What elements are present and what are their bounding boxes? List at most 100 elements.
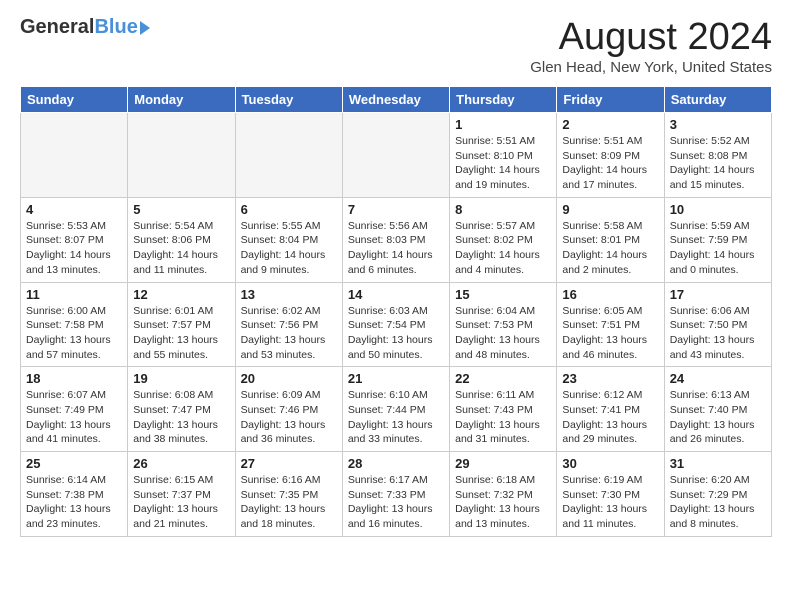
header: General Blue August 2024 Glen Head, New … [20,16,772,76]
week-row-2: 4 Sunrise: 5:53 AM Sunset: 8:07 PM Daylig… [21,197,772,282]
day-number: 12 [133,287,229,302]
day-info: Sunrise: 6:03 AM Sunset: 7:54 PM Dayligh… [348,304,444,363]
calendar: SundayMondayTuesdayWednesdayThursdayFrid… [20,86,772,537]
day-info: Sunrise: 6:20 AM Sunset: 7:29 PM Dayligh… [670,473,766,532]
weekday-header-row: SundayMondayTuesdayWednesdayThursdayFrid… [21,87,772,113]
day-info: Sunrise: 5:53 AM Sunset: 8:07 PM Dayligh… [26,219,122,278]
calendar-cell: 22Sunrise: 6:11 AM Sunset: 7:43 PM Dayli… [450,367,557,452]
day-info: Sunrise: 5:57 AM Sunset: 8:02 PM Dayligh… [455,219,551,278]
day-number: 23 [562,371,658,386]
day-info: Sunrise: 6:10 AM Sunset: 7:44 PM Dayligh… [348,388,444,447]
day-info: Sunrise: 5:56 AM Sunset: 8:03 PM Dayligh… [348,219,444,278]
calendar-cell: 28 Sunrise: 6:17 AM Sunset: 7:33 PM Dayli… [342,452,449,537]
day-number: 21 [348,371,444,386]
weekday-header-monday: Monday [128,87,235,113]
location: Glen Head, New York, United States [530,59,772,76]
calendar-cell: 6 Sunrise: 5:55 AM Sunset: 8:04 PM Daylig… [235,197,342,282]
calendar-cell: 25Sunrise: 6:14 AM Sunset: 7:38 PM Dayli… [21,452,128,537]
logo-triangle-icon [140,21,150,35]
day-info: Sunrise: 6:00 AM Sunset: 7:58 PM Dayligh… [26,304,122,363]
calendar-cell [128,113,235,198]
day-number: 7 [348,202,444,217]
day-number: 18 [26,371,122,386]
calendar-cell: 3Sunrise: 5:52 AM Sunset: 8:08 PM Daylig… [664,113,771,198]
calendar-cell [235,113,342,198]
day-number: 9 [562,202,658,217]
weekday-header-tuesday: Tuesday [235,87,342,113]
day-number: 27 [241,456,337,471]
day-info: Sunrise: 6:01 AM Sunset: 7:57 PM Dayligh… [133,304,229,363]
weekday-header-saturday: Saturday [664,87,771,113]
calendar-cell: 5 Sunrise: 5:54 AM Sunset: 8:06 PM Daylig… [128,197,235,282]
day-number: 19 [133,371,229,386]
day-info: Sunrise: 6:09 AM Sunset: 7:46 PM Dayligh… [241,388,337,447]
day-number: 26 [133,456,229,471]
day-info: Sunrise: 6:11 AM Sunset: 7:43 PM Dayligh… [455,388,551,447]
weekday-header-sunday: Sunday [21,87,128,113]
day-info: Sunrise: 5:54 AM Sunset: 8:06 PM Dayligh… [133,219,229,278]
day-number: 15 [455,287,551,302]
day-number: 5 [133,202,229,217]
calendar-cell: 16 Sunrise: 6:05 AM Sunset: 7:51 PM Dayli… [557,282,664,367]
day-number: 28 [348,456,444,471]
calendar-cell: 18 Sunrise: 6:07 AM Sunset: 7:49 PM Dayli… [21,367,128,452]
week-row-3: 11Sunrise: 6:00 AM Sunset: 7:58 PM Dayli… [21,282,772,367]
day-info: Sunrise: 6:16 AM Sunset: 7:35 PM Dayligh… [241,473,337,532]
day-info: Sunrise: 5:55 AM Sunset: 8:04 PM Dayligh… [241,219,337,278]
day-number: 14 [348,287,444,302]
title-area: August 2024 Glen Head, New York, United … [530,16,772,76]
day-info: Sunrise: 6:07 AM Sunset: 7:49 PM Dayligh… [26,388,122,447]
weekday-header-wednesday: Wednesday [342,87,449,113]
day-number: 30 [562,456,658,471]
day-number: 24 [670,371,766,386]
week-row-1: 1 Sunrise: 5:51 AM Sunset: 8:10 PM Daylig… [21,113,772,198]
calendar-cell: 10Sunrise: 5:59 AM Sunset: 7:59 PM Dayli… [664,197,771,282]
calendar-cell: 29Sunrise: 6:18 AM Sunset: 7:32 PM Dayli… [450,452,557,537]
day-info: Sunrise: 6:02 AM Sunset: 7:56 PM Dayligh… [241,304,337,363]
calendar-cell: 24Sunrise: 6:13 AM Sunset: 7:40 PM Dayli… [664,367,771,452]
day-info: Sunrise: 6:05 AM Sunset: 7:51 PM Dayligh… [562,304,658,363]
day-number: 31 [670,456,766,471]
calendar-cell: 31 Sunrise: 6:20 AM Sunset: 7:29 PM Dayli… [664,452,771,537]
day-info: Sunrise: 6:14 AM Sunset: 7:38 PM Dayligh… [26,473,122,532]
day-number: 1 [455,117,551,132]
calendar-cell: 4 Sunrise: 5:53 AM Sunset: 8:07 PM Daylig… [21,197,128,282]
month-title: August 2024 [530,16,772,59]
calendar-cell: 12 Sunrise: 6:01 AM Sunset: 7:57 PM Dayli… [128,282,235,367]
day-info: Sunrise: 5:51 AM Sunset: 8:10 PM Dayligh… [455,134,551,193]
day-info: Sunrise: 6:17 AM Sunset: 7:33 PM Dayligh… [348,473,444,532]
day-number: 16 [562,287,658,302]
calendar-cell: 30Sunrise: 6:19 AM Sunset: 7:30 PM Dayli… [557,452,664,537]
calendar-cell: 8 Sunrise: 5:57 AM Sunset: 8:02 PM Daylig… [450,197,557,282]
logo-general-text: General [20,16,94,39]
weekday-header-friday: Friday [557,87,664,113]
week-row-5: 25Sunrise: 6:14 AM Sunset: 7:38 PM Dayli… [21,452,772,537]
calendar-cell: 17 Sunrise: 6:06 AM Sunset: 7:50 PM Dayli… [664,282,771,367]
logo: General Blue [20,16,150,39]
day-number: 17 [670,287,766,302]
calendar-cell: 11Sunrise: 6:00 AM Sunset: 7:58 PM Dayli… [21,282,128,367]
calendar-cell: 19 Sunrise: 6:08 AM Sunset: 7:47 PM Dayli… [128,367,235,452]
calendar-cell: 1 Sunrise: 5:51 AM Sunset: 8:10 PM Daylig… [450,113,557,198]
day-number: 13 [241,287,337,302]
logo-blue-text: Blue [94,16,137,39]
calendar-cell: 15Sunrise: 6:04 AM Sunset: 7:53 PM Dayli… [450,282,557,367]
day-info: Sunrise: 6:12 AM Sunset: 7:41 PM Dayligh… [562,388,658,447]
day-number: 4 [26,202,122,217]
calendar-cell [342,113,449,198]
calendar-cell: 23 Sunrise: 6:12 AM Sunset: 7:41 PM Dayli… [557,367,664,452]
day-number: 6 [241,202,337,217]
day-number: 29 [455,456,551,471]
calendar-cell: 21 Sunrise: 6:10 AM Sunset: 7:44 PM Dayli… [342,367,449,452]
calendar-cell: 14 Sunrise: 6:03 AM Sunset: 7:54 PM Dayli… [342,282,449,367]
day-info: Sunrise: 6:06 AM Sunset: 7:50 PM Dayligh… [670,304,766,363]
day-number: 20 [241,371,337,386]
day-info: Sunrise: 5:59 AM Sunset: 7:59 PM Dayligh… [670,219,766,278]
day-number: 2 [562,117,658,132]
day-number: 8 [455,202,551,217]
calendar-cell: 9Sunrise: 5:58 AM Sunset: 8:01 PM Daylig… [557,197,664,282]
calendar-cell: 20 Sunrise: 6:09 AM Sunset: 7:46 PM Dayli… [235,367,342,452]
calendar-cell: 2Sunrise: 5:51 AM Sunset: 8:09 PM Daylig… [557,113,664,198]
day-info: Sunrise: 6:08 AM Sunset: 7:47 PM Dayligh… [133,388,229,447]
calendar-cell: 27 Sunrise: 6:16 AM Sunset: 7:35 PM Dayli… [235,452,342,537]
